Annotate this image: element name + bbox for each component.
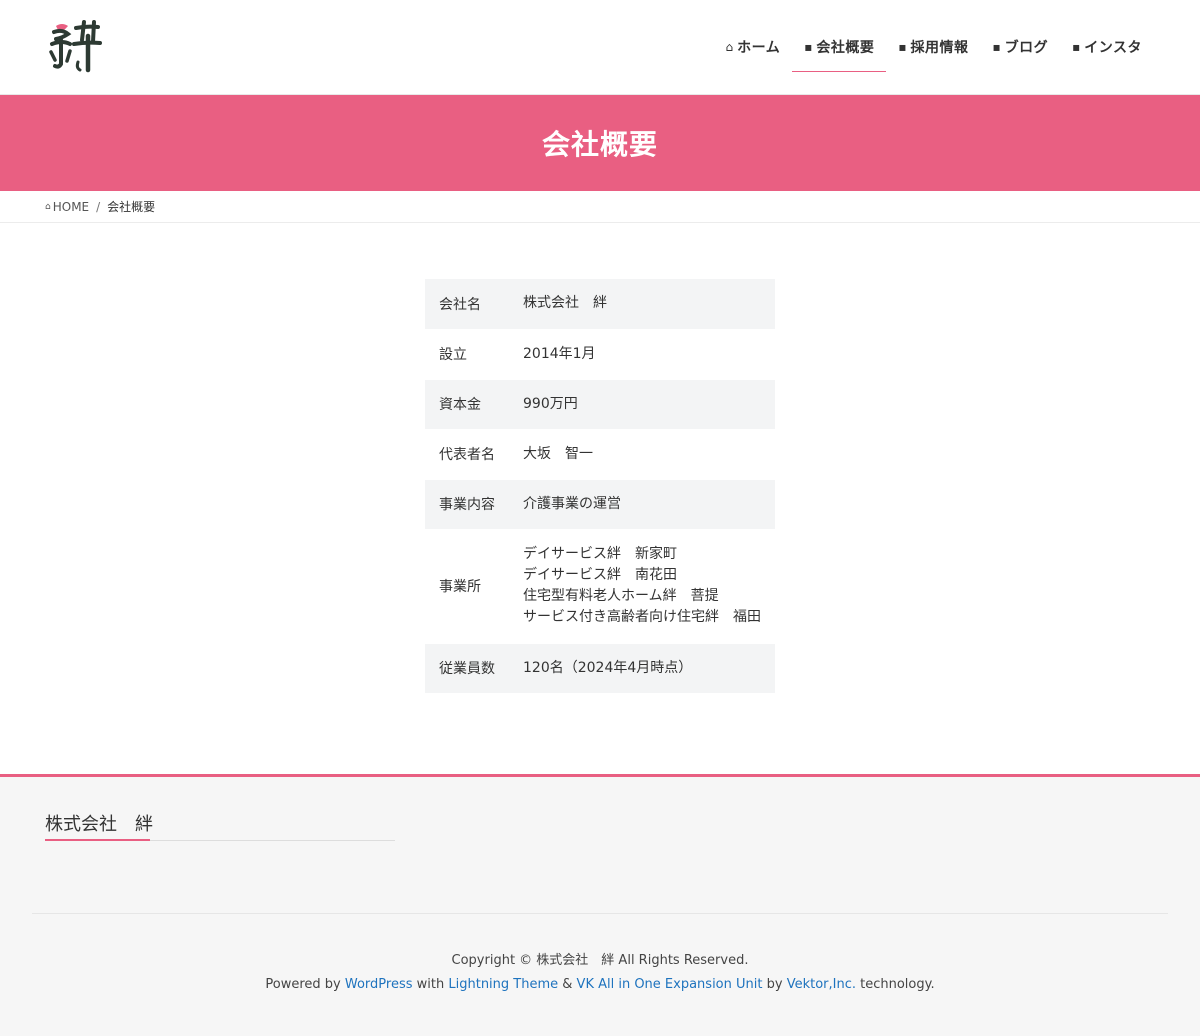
main-content: 会社名 株式会社 絆 設立 2014年1月 資本金 990万円 代表者名 大坂 … [0, 223, 1200, 774]
nav-item-home[interactable]: ⌂ ホーム [713, 0, 792, 94]
vk-expansion-link[interactable]: VK All in One Expansion Unit [577, 977, 763, 992]
breadcrumb-current: 会社概要 [107, 200, 156, 214]
table-row-label: 会社名 [439, 296, 481, 313]
table-row-value: 株式会社 絆 [523, 295, 607, 312]
nav-item-label: インスタ [1084, 40, 1142, 56]
table-row-value: 大坂 智一 [523, 445, 593, 462]
table-row-label: 設立 [439, 347, 467, 363]
pen-icon: ▪ [992, 40, 1001, 54]
table-row-label: 資本金 [439, 397, 481, 413]
site-logo[interactable] [46, 18, 106, 74]
table-row-value: 990万円 [523, 395, 578, 412]
table-row: 事業所 デイサービス絆 新家町 デイサービス絆 南花田 住宅型有料老人ホーム絆 … [425, 529, 775, 643]
office-line: 住宅型有料老人ホーム絆 菩提 [523, 588, 719, 604]
table-row: 資本金 990万円 [425, 379, 775, 429]
footer-divider [32, 913, 1168, 914]
table-row: 事業内容 介護事業の運営 [425, 479, 775, 529]
breadcrumb-home-link[interactable]: ⌂ HOME [45, 200, 89, 214]
office-line: サービス付き高齢者向け住宅絆 福田 [523, 609, 761, 625]
powered-prefix: Powered by [265, 977, 345, 992]
building-icon: ▪ [804, 40, 813, 54]
table-row-label: 事業内容 [439, 497, 495, 513]
office-line: デイサービス絆 南花田 [523, 567, 677, 583]
instagram-icon: ▪ [1072, 40, 1081, 54]
table-row: 会社名 株式会社 絆 [425, 279, 775, 329]
footer-company-name: 株式会社 絆 [45, 814, 153, 835]
nav-item-recruit[interactable]: ▪ 採用情報 [886, 0, 980, 94]
table-row: 従業員数 120名（2024年4月時点） [425, 643, 775, 693]
table-row-value: 120名（2024年4月時点） [523, 659, 693, 676]
site-header: ⌂ ホーム ▪ 会社概要 ▪ 採用情報 ▪ ブログ ▪ インスタ [0, 0, 1200, 95]
table-row-label: 代表者名 [439, 447, 495, 463]
breadcrumb: ⌂ HOME / 会社概要 [0, 191, 1200, 223]
copyright-text: Copyright © 株式会社 絆 All Rights Reserved. [451, 953, 749, 968]
office-line: デイサービス絆 新家町 [523, 546, 677, 562]
kizuna-logo-icon [49, 20, 102, 73]
company-info-table: 会社名 株式会社 絆 設立 2014年1月 資本金 990万円 代表者名 大坂 … [425, 279, 775, 694]
wordpress-link[interactable]: WordPress [345, 977, 413, 992]
nav-item-label: ブログ [1004, 40, 1049, 56]
nav-item-label: ホーム [737, 40, 781, 56]
global-nav: ⌂ ホーム ▪ 会社概要 ▪ 採用情報 ▪ ブログ ▪ インスタ [713, 0, 1154, 94]
breadcrumb-separator: / [96, 199, 101, 214]
table-row-value: デイサービス絆 新家町 デイサービス絆 南花田 住宅型有料老人ホーム絆 菩提 サ… [509, 529, 775, 643]
nav-item-instagram[interactable]: ▪ インスタ [1060, 0, 1154, 94]
home-icon: ⌂ [45, 201, 51, 212]
vektor-link[interactable]: Vektor,Inc. [787, 977, 856, 992]
powered-amp: & [558, 977, 577, 992]
table-row-label: 従業員数 [439, 661, 495, 677]
page-header: 会社概要 [0, 95, 1200, 191]
footer-title-accent [45, 839, 150, 841]
nav-item-label: 採用情報 [910, 40, 969, 56]
table-row-value: 2014年1月 [523, 345, 596, 362]
breadcrumb-home-label: HOME [52, 199, 90, 214]
briefcase-icon: ▪ [898, 40, 907, 54]
home-icon: ⌂ [725, 40, 734, 54]
powered-by-text: Powered by WordPress with Lightning Them… [0, 977, 1200, 992]
nav-item-blog[interactable]: ▪ ブログ [980, 0, 1060, 94]
table-row: 代表者名 大坂 智一 [425, 429, 775, 479]
powered-by: by [762, 977, 787, 992]
nav-item-company[interactable]: ▪ 会社概要 [792, 0, 887, 94]
table-row: 設立 2014年1月 [425, 329, 775, 379]
powered-with: with [412, 977, 449, 992]
table-row-value: 介護事業の運営 [523, 495, 621, 512]
page-title: 会社概要 [541, 128, 658, 161]
table-row-label: 事業所 [439, 579, 481, 595]
nav-item-label: 会社概要 [816, 40, 875, 56]
lightning-theme-link[interactable]: Lightning Theme [448, 977, 558, 992]
powered-suffix: technology. [856, 977, 935, 992]
site-footer: 株式会社 絆 Copyright © 株式会社 絆 All Rights Res… [0, 774, 1200, 1036]
